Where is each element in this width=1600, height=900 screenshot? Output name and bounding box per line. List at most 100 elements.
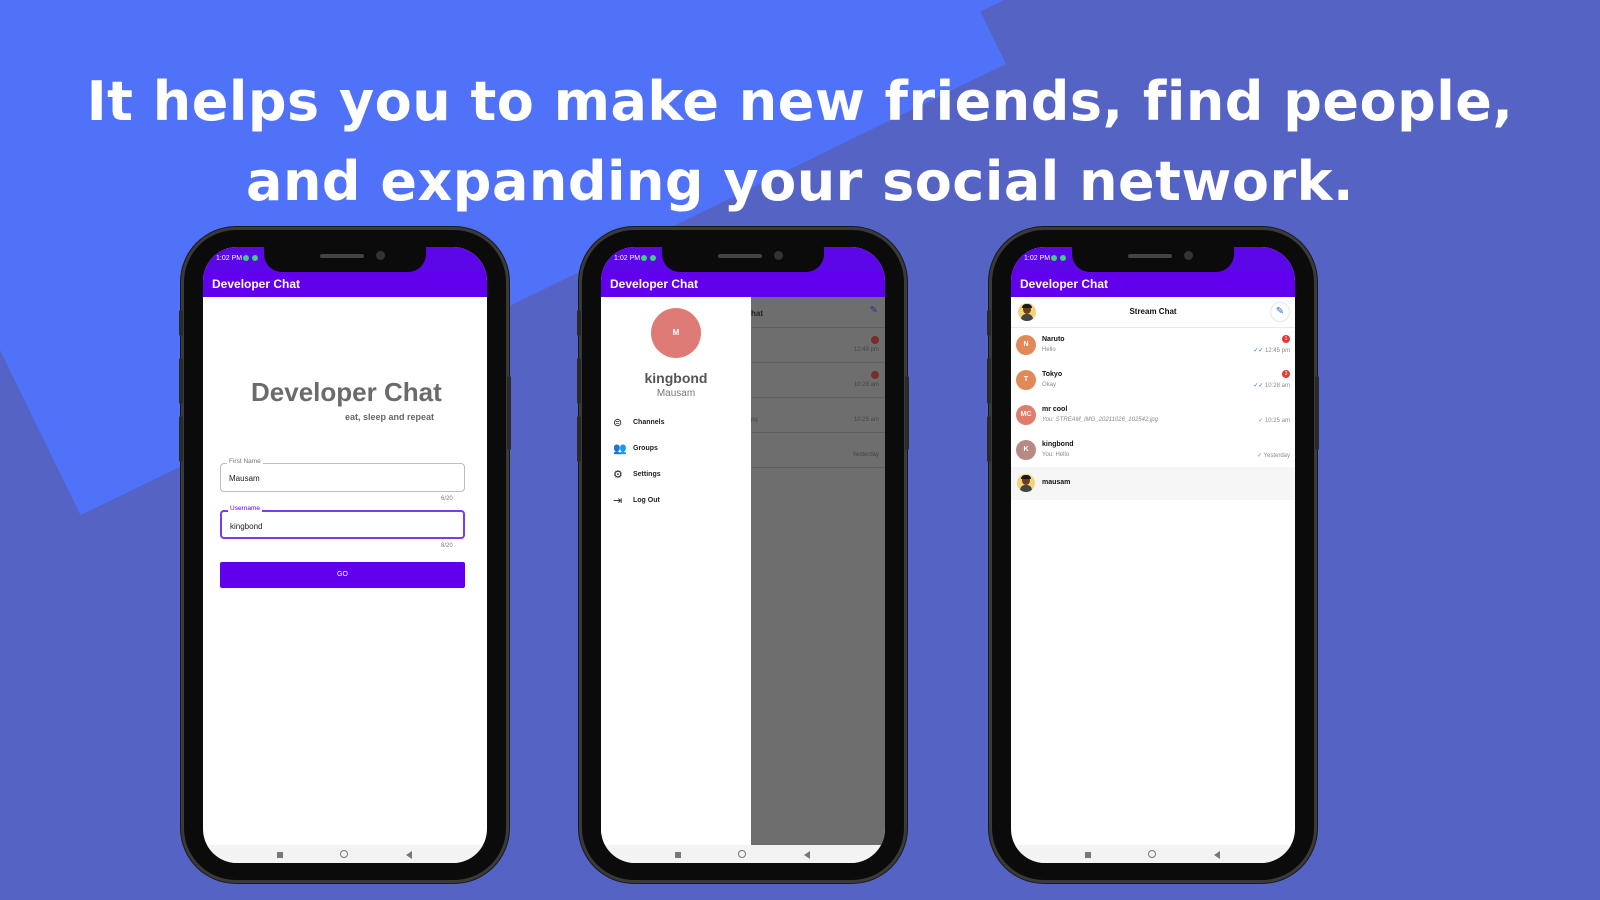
status-icon xyxy=(1051,255,1057,261)
headline-line-2: and expanding your social network. xyxy=(246,150,1354,213)
chat-time: 12:45 pm xyxy=(1264,348,1290,354)
volume-up-button xyxy=(179,358,183,404)
back-icon[interactable] xyxy=(406,851,412,859)
app-bar: Developer Chat xyxy=(601,272,885,297)
chat-row[interactable]: T Tokyo Okay 3 ✓✓ 10:28 am xyxy=(1011,363,1295,399)
scrim-message: pg xyxy=(751,417,758,423)
avatar: N xyxy=(1016,335,1036,355)
username-label: Username xyxy=(228,505,262,512)
chat-row-self[interactable]: mausam xyxy=(1011,467,1295,500)
status-icon xyxy=(641,255,647,261)
divider xyxy=(751,397,885,398)
menu-item-logout[interactable]: ⇥ Log Out xyxy=(613,495,743,509)
phone-login: 1:02 PM Developer Chat Developer Chat ea… xyxy=(179,230,511,880)
chat-row[interactable]: K kingbond You: Hello ✓ Yesterday xyxy=(1011,433,1295,469)
app-bar: Developer Chat xyxy=(203,272,487,297)
username-value: kingbond xyxy=(230,522,263,531)
system-nav-bar xyxy=(601,845,885,863)
menu-item-label: Channels xyxy=(633,419,665,426)
phone-drawer: 1:02 PM Developer Chat hat ✎ 12:45 pm 10… xyxy=(577,230,909,880)
menu-item-channels[interactable]: ⊜ Channels xyxy=(613,417,743,431)
power-button xyxy=(905,376,909,450)
username-field[interactable]: Username kingbond xyxy=(220,505,465,539)
channels-icon: ⊜ xyxy=(613,417,623,429)
app-bar-title: Developer Chat xyxy=(212,277,301,291)
volume-up-button xyxy=(987,358,991,404)
app-bar-title: Developer Chat xyxy=(610,277,699,291)
power-button xyxy=(507,376,511,450)
menu-item-groups[interactable]: 👥 Groups xyxy=(613,443,743,457)
home-icon[interactable] xyxy=(1148,850,1156,858)
double-check-icon: ✓✓ xyxy=(1253,348,1265,354)
volume-down-button xyxy=(577,416,581,462)
headline: It helps you to make new friends, find p… xyxy=(0,62,1600,222)
first-name-field[interactable]: First Name Mausam xyxy=(220,458,465,492)
divider xyxy=(751,362,885,363)
back-icon[interactable] xyxy=(804,851,810,859)
chat-last-message: You: Hello xyxy=(1042,452,1070,458)
menu-item-settings[interactable]: ⚙ Settings xyxy=(613,469,743,483)
chat-time: 10:25 am xyxy=(1264,418,1290,424)
unread-badge: 3 xyxy=(1282,370,1290,378)
menu-item-label: Groups xyxy=(633,445,658,452)
volume-down-button xyxy=(179,416,183,462)
menu-item-label: Settings xyxy=(633,471,661,478)
chat-time: 10:28 am xyxy=(1264,383,1290,389)
chat-time-wrap: ✓ Yesterday xyxy=(1257,452,1290,459)
chat-time-wrap: ✓✓ 10:28 am xyxy=(1253,382,1290,389)
camera xyxy=(1184,251,1193,260)
login-subtitle: eat, sleep and repeat xyxy=(345,412,435,422)
gear-icon: ⚙ xyxy=(613,469,623,481)
status-icon xyxy=(650,255,656,261)
side-button xyxy=(179,310,183,336)
divider xyxy=(751,432,885,433)
go-button[interactable]: GO xyxy=(220,562,465,588)
home-icon[interactable] xyxy=(340,850,348,858)
chat-name: kingbond xyxy=(1042,441,1074,448)
chat-row[interactable]: MC mr cool You: STREAM_IMG_20211026_1025… xyxy=(1011,398,1295,434)
divider xyxy=(751,467,885,468)
channel-list-header: Stream Chat ✎ xyxy=(1011,297,1295,328)
recents-icon[interactable] xyxy=(675,852,681,858)
drawer-scrim[interactable]: hat ✎ 12:45 pm 10:28 am pg 10:25 am Yest… xyxy=(751,297,885,845)
groups-icon: 👥 xyxy=(613,443,627,455)
volume-up-button xyxy=(577,358,581,404)
scrim-time: 10:25 am xyxy=(853,417,879,423)
app-bar: Developer Chat xyxy=(1011,272,1295,297)
check-icon: ✓ xyxy=(1258,418,1265,424)
chat-time: Yesterday xyxy=(1263,453,1290,459)
screen: 1:02 PM Developer Chat Stream Chat ✎ N N… xyxy=(1011,247,1295,863)
login-title: Developer Chat xyxy=(251,377,442,407)
notch xyxy=(662,247,824,272)
system-nav-bar xyxy=(203,845,487,863)
avatar-body xyxy=(1020,485,1032,492)
recents-icon[interactable] xyxy=(1085,852,1091,858)
status-time: 1:02 PM xyxy=(216,255,243,262)
drawer-name: kingbond xyxy=(644,370,708,386)
chat-last-message: Hello xyxy=(1042,347,1056,353)
chat-time-wrap: ✓ 10:25 am xyxy=(1258,417,1290,424)
screen: 1:02 PM Developer Chat hat ✎ 12:45 pm 10… xyxy=(601,247,885,863)
chat-row[interactable]: N Naruto Hello 1 ✓✓ 12:45 pm xyxy=(1011,328,1295,364)
chat-last-message: Okay xyxy=(1042,382,1057,388)
status-time: 1:02 PM xyxy=(614,255,641,262)
scrim-time: 10:28 am xyxy=(853,382,879,388)
chat-name: mr cool xyxy=(1042,406,1068,413)
logout-icon: ⇥ xyxy=(613,495,623,507)
navigation-drawer: M kingbond Mausam ⊜ Channels 👥 Groups ⚙ … xyxy=(601,297,751,845)
speaker xyxy=(1128,254,1172,258)
chat-last-message: You: STREAM_IMG_20211026_102542.jpg xyxy=(1042,417,1158,423)
home-icon[interactable] xyxy=(738,850,746,858)
status-time: 1:02 PM xyxy=(1024,255,1051,262)
avatar: M xyxy=(651,308,701,358)
system-nav-bar xyxy=(1011,845,1295,863)
side-button xyxy=(987,310,991,336)
recents-icon[interactable] xyxy=(277,852,283,858)
power-button xyxy=(1315,376,1319,450)
edit-icon: ✎ xyxy=(1275,306,1285,317)
screen: 1:02 PM Developer Chat Developer Chat ea… xyxy=(203,247,487,863)
new-chat-button[interactable]: ✎ xyxy=(1271,303,1289,321)
user-avatar xyxy=(1017,474,1035,492)
back-icon[interactable] xyxy=(1214,851,1220,859)
status-icon xyxy=(252,255,258,261)
